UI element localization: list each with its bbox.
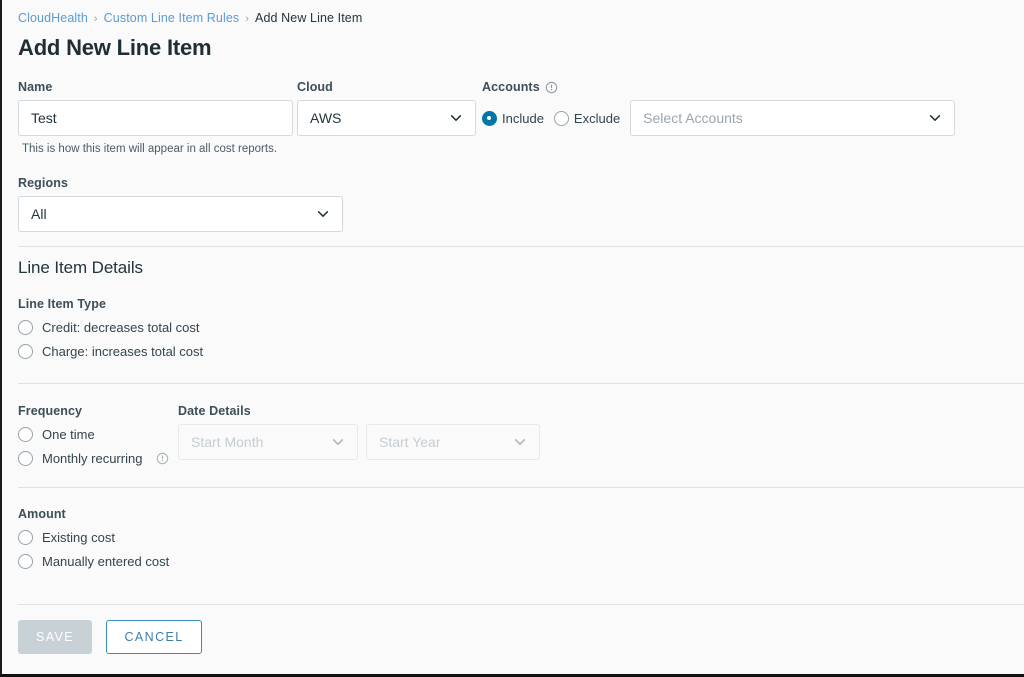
radio-indicator-manually-entered-cost[interactable] <box>18 554 33 569</box>
radio-indicator-monthly-recurring[interactable] <box>18 451 33 466</box>
amount-section: Amount Existing cost Manually entered co… <box>18 507 169 569</box>
accounts-exclude-label: Exclude <box>574 111 620 126</box>
section-divider <box>18 604 1024 605</box>
accounts-select-placeholder: Select Accounts <box>643 110 920 126</box>
page-title: Add New Line Item <box>18 35 1024 61</box>
frequency-monthly-recurring-label: Monthly recurring <box>42 451 142 466</box>
breadcrumb-item-custom-line-item-rules[interactable]: Custom Line Item Rules <box>104 11 240 25</box>
radio-indicator-charge[interactable] <box>18 344 33 359</box>
name-input-value: Test <box>31 110 57 126</box>
amount-label: Amount <box>18 507 169 521</box>
line-item-details-title: Line Item Details <box>18 258 203 278</box>
accounts-field-group: Accounts Include Exclude Select Accoun <box>482 80 1010 136</box>
accounts-exclude-radio[interactable]: Exclude <box>554 111 620 126</box>
breadcrumb-item-cloudhealth[interactable]: CloudHealth <box>18 11 88 25</box>
cloud-field-group: Cloud AWS <box>297 80 476 136</box>
accounts-controls-row: Include Exclude Select Accounts <box>482 100 1010 136</box>
date-details-label-text: Date Details <box>178 404 251 418</box>
frequency-group: Frequency One time Monthly recurring <box>18 404 178 466</box>
amount-existing-cost-label: Existing cost <box>42 530 115 545</box>
section-divider <box>18 487 1024 488</box>
accounts-include-label: Include <box>502 111 544 126</box>
chevron-down-icon <box>316 207 330 221</box>
radio-indicator-exclude[interactable] <box>554 111 569 126</box>
amount-option-existing-cost[interactable]: Existing cost <box>18 530 169 545</box>
radio-indicator-existing-cost[interactable] <box>18 530 33 545</box>
cloud-select[interactable]: AWS <box>297 100 476 136</box>
line-item-type-option-charge[interactable]: Charge: increases total cost <box>18 344 203 359</box>
frequency-option-one-time[interactable]: One time <box>18 427 178 442</box>
radio-indicator-include[interactable] <box>482 111 497 126</box>
name-field-group: Name Test This is how this item will app… <box>18 80 293 155</box>
radio-indicator-credit[interactable] <box>18 320 33 335</box>
start-year-select[interactable]: Start Year <box>366 424 540 460</box>
accounts-include-radio[interactable]: Include <box>482 111 544 126</box>
accounts-select[interactable]: Select Accounts <box>630 100 955 136</box>
cloud-select-value: AWS <box>310 110 441 126</box>
breadcrumb: CloudHealth › Custom Line Item Rules › Add N… <box>2 0 1024 27</box>
form-actions: SAVE CANCEL <box>18 620 202 654</box>
frequency-section: Frequency One time Monthly recurring <box>18 404 1010 466</box>
chevron-down-icon <box>513 435 527 449</box>
breadcrumb-separator-icon: › <box>94 13 98 25</box>
line-item-type-option-credit[interactable]: Credit: decreases total cost <box>18 320 203 335</box>
date-details-group: Date Details Start Month Start Year <box>178 404 540 460</box>
start-month-placeholder: Start Month <box>191 434 323 450</box>
chevron-down-icon <box>331 435 345 449</box>
regions-select-value: All <box>31 206 308 222</box>
cancel-button[interactable]: CANCEL <box>106 620 201 654</box>
chevron-down-icon <box>449 111 463 125</box>
chevron-down-icon <box>928 111 942 125</box>
breadcrumb-separator-icon: › <box>245 13 249 25</box>
line-item-type-label-text: Line Item Type <box>18 297 106 311</box>
regions-field-group: Regions All <box>18 176 343 232</box>
line-item-type-credit-label: Credit: decreases total cost <box>42 320 200 335</box>
accounts-label: Accounts <box>482 80 1010 94</box>
cloud-label-text: Cloud <box>297 80 333 94</box>
amount-option-manually-entered-cost[interactable]: Manually entered cost <box>18 554 169 569</box>
date-details-label: Date Details <box>178 404 540 418</box>
line-item-type-label: Line Item Type <box>18 297 203 311</box>
date-selects-row: Start Month Start Year <box>178 424 540 460</box>
cloud-label: Cloud <box>297 80 476 94</box>
info-circle-icon[interactable] <box>545 81 558 94</box>
regions-label-text: Regions <box>18 176 68 190</box>
frequency-label: Frequency <box>18 404 178 418</box>
name-helper-text: This is how this item will appear in all… <box>22 143 293 155</box>
save-button[interactable]: SAVE <box>18 620 92 654</box>
amount-label-text: Amount <box>18 507 66 521</box>
line-item-details-section: Line Item Details Line Item Type Credit:… <box>18 258 203 359</box>
section-divider <box>18 246 1024 247</box>
info-circle-icon[interactable] <box>156 452 169 465</box>
regions-select[interactable]: All <box>18 196 343 232</box>
line-item-type-charge-label: Charge: increases total cost <box>42 344 203 359</box>
section-divider <box>18 383 1024 384</box>
frequency-label-text: Frequency <box>18 404 82 418</box>
add-new-line-item-page: CloudHealth › Custom Line Item Rules › Add N… <box>2 0 1024 674</box>
frequency-option-monthly-recurring[interactable]: Monthly recurring <box>18 451 178 466</box>
name-label-text: Name <box>18 80 52 94</box>
regions-label: Regions <box>18 176 343 190</box>
accounts-label-text: Accounts <box>482 80 540 94</box>
frequency-one-time-label: One time <box>42 427 95 442</box>
breadcrumb-item-current: Add New Line Item <box>255 11 362 25</box>
name-label: Name <box>18 80 293 94</box>
name-input[interactable]: Test <box>18 100 293 136</box>
start-month-select[interactable]: Start Month <box>178 424 358 460</box>
start-year-placeholder: Start Year <box>379 434 505 450</box>
amount-manually-entered-cost-label: Manually entered cost <box>42 554 169 569</box>
primary-fields-row: Name Test This is how this item will app… <box>18 80 1010 155</box>
frequency-date-row: Frequency One time Monthly recurring <box>18 404 1010 466</box>
radio-indicator-one-time[interactable] <box>18 427 33 442</box>
